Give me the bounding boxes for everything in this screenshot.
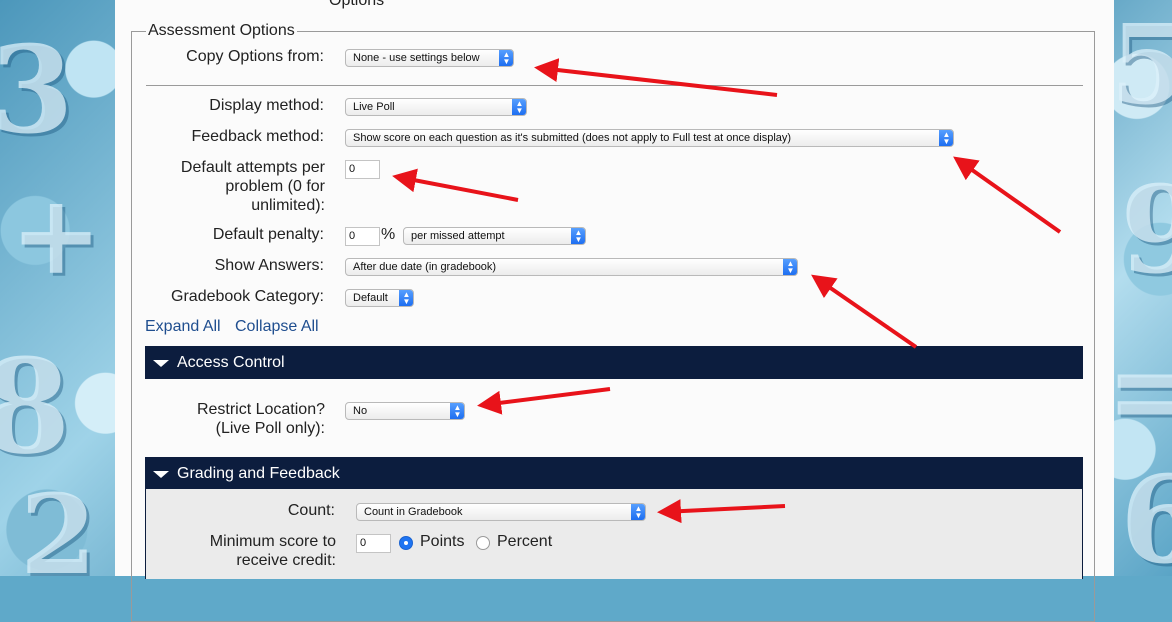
copy-options-select[interactable]: None - use settings below ▲ ▼ [345, 49, 514, 67]
restrict-location-value: No [353, 405, 368, 417]
chevron-updown-icon: ▲ ▼ [499, 50, 513, 66]
access-control-header[interactable]: Access Control [145, 346, 1083, 379]
show-answers-select[interactable]: After due date (in gradebook) ▲ ▼ [345, 258, 798, 276]
label-line: Restrict Location? [196, 401, 325, 418]
percent-radio[interactable] [476, 536, 490, 550]
min-score-input[interactable]: 0 [356, 534, 391, 553]
grading-feedback-header[interactable]: Grading and Feedback [145, 457, 1083, 490]
label-line: Default attempts per [180, 159, 325, 176]
label-line: (Live Poll only): [215, 420, 325, 437]
label-line: unlimited): [251, 197, 325, 214]
feedback-method-value: Show score on each question as it's subm… [353, 132, 792, 144]
chevron-updown-icon: ▲ ▼ [399, 290, 413, 306]
expand-all-link[interactable]: Expand All [145, 318, 221, 336]
count-value: Count in Gradebook [364, 506, 463, 518]
percent-label: Percent [497, 533, 553, 550]
chevron-updown-icon: ▲ ▼ [450, 403, 464, 419]
chevron-updown-icon: ▲ ▼ [571, 228, 585, 244]
gradebook-category-label: Gradebook Category: [171, 288, 324, 305]
min-score-label: Minimum score to receive credit: [160, 532, 336, 570]
gradebook-category-value: Default [353, 292, 388, 304]
display-method-value: Live Poll [353, 101, 395, 113]
label-line: Minimum score to [209, 533, 336, 550]
penalty-mode-value: per missed attempt [411, 230, 505, 242]
points-radio[interactable] [399, 536, 413, 550]
feedback-method-select[interactable]: Show score on each question as it's subm… [345, 129, 954, 147]
feedback-method-label: Feedback method: [191, 128, 324, 145]
percent-unit: % [381, 226, 396, 243]
count-label: Count: [287, 502, 335, 519]
triangle-down-icon [153, 471, 169, 478]
default-attempts-input[interactable]: 0 [345, 160, 380, 179]
gradebook-category-select[interactable]: Default ▲ ▼ [345, 289, 414, 307]
copy-options-label: Copy Options from: [186, 48, 324, 65]
copy-options-value: None - use settings below [353, 52, 480, 64]
grading-feedback-title: Grading and Feedback [177, 465, 340, 482]
access-control-title: Access Control [177, 354, 285, 371]
chevron-updown-icon: ▲ ▼ [783, 259, 797, 275]
default-penalty-label: Default penalty: [212, 226, 324, 243]
chevron-updown-icon: ▲ ▼ [939, 130, 953, 146]
count-select[interactable]: Count in Gradebook ▲ ▼ [356, 503, 646, 521]
penalty-mode-select[interactable]: per missed attempt ▲ ▼ [403, 227, 586, 245]
chevron-updown-icon: ▲ ▼ [631, 504, 645, 520]
triangle-down-icon [153, 360, 169, 367]
display-method-label: Display method: [209, 97, 324, 114]
show-answers-value: After due date (in gradebook) [353, 261, 497, 273]
show-answers-label: Show Answers: [214, 257, 324, 274]
default-attempts-label: Default attempts per problem (0 for unli… [140, 158, 325, 215]
chevron-updown-icon: ▲ ▼ [512, 99, 526, 115]
points-label: Points [420, 533, 465, 550]
label-line: problem (0 for [225, 178, 325, 195]
label-line: receive credit: [236, 552, 336, 569]
restrict-location-label: Restrict Location? (Live Poll only): [150, 400, 325, 438]
default-penalty-input[interactable]: 0 [345, 227, 380, 246]
divider [146, 85, 1083, 86]
display-method-select[interactable]: Live Poll ▲ ▼ [345, 98, 527, 116]
restrict-location-select[interactable]: No ▲ ▼ [345, 402, 465, 420]
page-title-partial: Options [329, 0, 385, 9]
fieldset-legend: Assessment Options [148, 22, 295, 39]
collapse-all-link[interactable]: Collapse All [235, 318, 319, 336]
